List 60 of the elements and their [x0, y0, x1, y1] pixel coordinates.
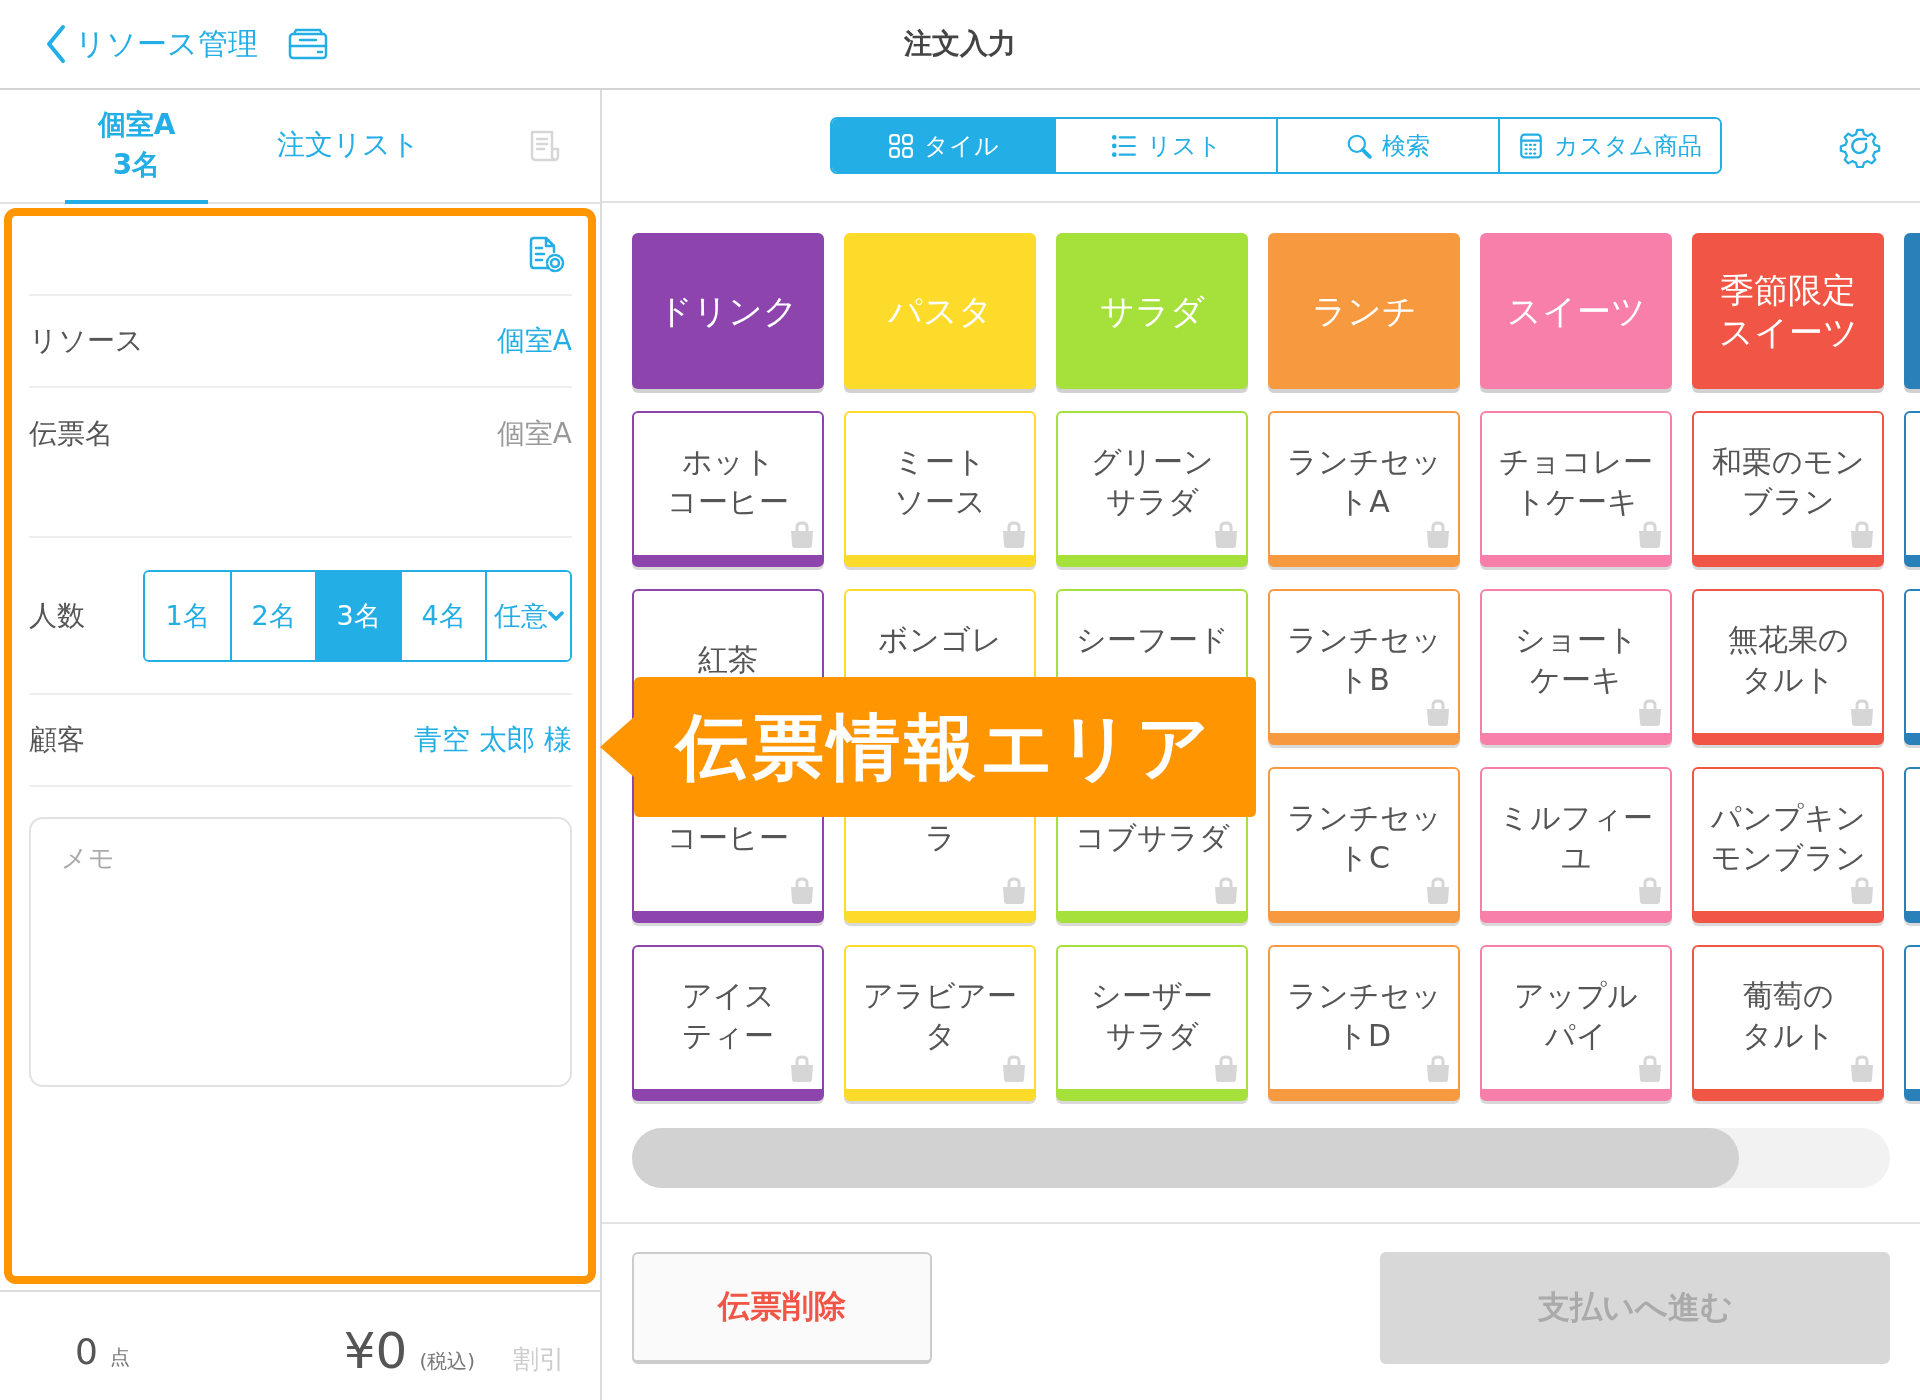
bag-icon	[1424, 877, 1452, 905]
menu-item-tile[interactable]: ランチセッ トD	[1268, 945, 1460, 1101]
menu-item-tile[interactable]: ランチセッ トB	[1268, 589, 1460, 745]
menu-item-tile[interactable]: ショート ケーキ	[1480, 589, 1672, 745]
bag-icon	[1000, 1055, 1028, 1083]
bag-icon	[1212, 877, 1240, 905]
menu-item-tile[interactable]: アイス ティー	[632, 945, 824, 1101]
menu-item-tile[interactable]: グリーン サラダ	[1056, 411, 1248, 567]
field-label: 顧客	[29, 722, 85, 758]
bag-icon	[1424, 521, 1452, 549]
receipt-icon[interactable]	[528, 129, 562, 163]
bag-icon	[1212, 1055, 1240, 1083]
list-icon	[1110, 132, 1137, 159]
bag-icon	[1636, 699, 1664, 727]
total-amount: ¥0	[343, 1322, 408, 1380]
menu-item-tile[interactable]: ミルフィー ユ	[1480, 767, 1672, 923]
menu-item-tile[interactable]: 和栗のモン ブラン	[1692, 411, 1884, 567]
bag-icon	[788, 1055, 816, 1083]
chevron-left-icon	[45, 24, 67, 64]
bag-icon	[1848, 699, 1876, 727]
bag-icon	[788, 877, 816, 905]
bag-icon	[1424, 1055, 1452, 1083]
bag-icon	[1848, 877, 1876, 905]
grid-icon	[887, 132, 914, 159]
bag-icon	[1424, 699, 1452, 727]
menu-item-tile[interactable]: アラビアー タ	[844, 945, 1036, 1101]
category-tile[interactable]: ドリンク	[632, 233, 824, 389]
menu-item-tile[interactable]: ランチセッ トA	[1268, 411, 1460, 567]
area-label-tooltip: 伝票情報エリア	[600, 677, 1256, 817]
menu-item-tile[interactable]: アップル パイ	[1480, 945, 1672, 1101]
bag-icon	[1636, 877, 1664, 905]
bag-icon	[1000, 521, 1028, 549]
item-count: 0	[75, 1330, 98, 1372]
bag-icon	[1848, 521, 1876, 549]
menu-item-tile[interactable]: パンプキン モンブラン	[1692, 767, 1884, 923]
caret-down-icon	[547, 609, 564, 622]
menu-item-tile[interactable]: 葡萄の タルト	[1692, 945, 1884, 1101]
menu-item-tile[interactable]: ランチセッ トC	[1268, 767, 1460, 923]
tax-note: (税込)	[419, 1348, 475, 1375]
field-label: 人数	[29, 597, 85, 634]
bag-icon	[1636, 521, 1664, 549]
search-icon	[1346, 132, 1372, 159]
document-settings-icon[interactable]	[528, 236, 566, 274]
menu-item-tile[interactable]: チョコレー トケーキ	[1480, 411, 1672, 567]
field-label: 伝票名	[29, 416, 113, 452]
memo-field[interactable]: メモ	[29, 817, 572, 1087]
menu-item-tile[interactable]: 無花果の タルト	[1692, 589, 1884, 745]
menu-item-tile[interactable]: ホット コーヒー	[632, 411, 824, 567]
bag-icon	[1212, 521, 1240, 549]
menu-item-tile[interactable]: ミート ソース	[844, 411, 1036, 567]
count-unit: 点	[109, 1343, 130, 1371]
bag-icon	[1848, 1055, 1876, 1083]
bag-icon	[1000, 877, 1028, 905]
calculator-icon	[1518, 132, 1544, 159]
field-label: リソース	[29, 323, 144, 359]
bag-icon	[1636, 1055, 1664, 1083]
bag-icon	[788, 521, 816, 549]
page-title: 注文入力	[904, 26, 1016, 62]
menu-item-tile[interactable]: シーザー サラダ	[1056, 945, 1248, 1101]
tray-icon[interactable]	[288, 28, 328, 60]
